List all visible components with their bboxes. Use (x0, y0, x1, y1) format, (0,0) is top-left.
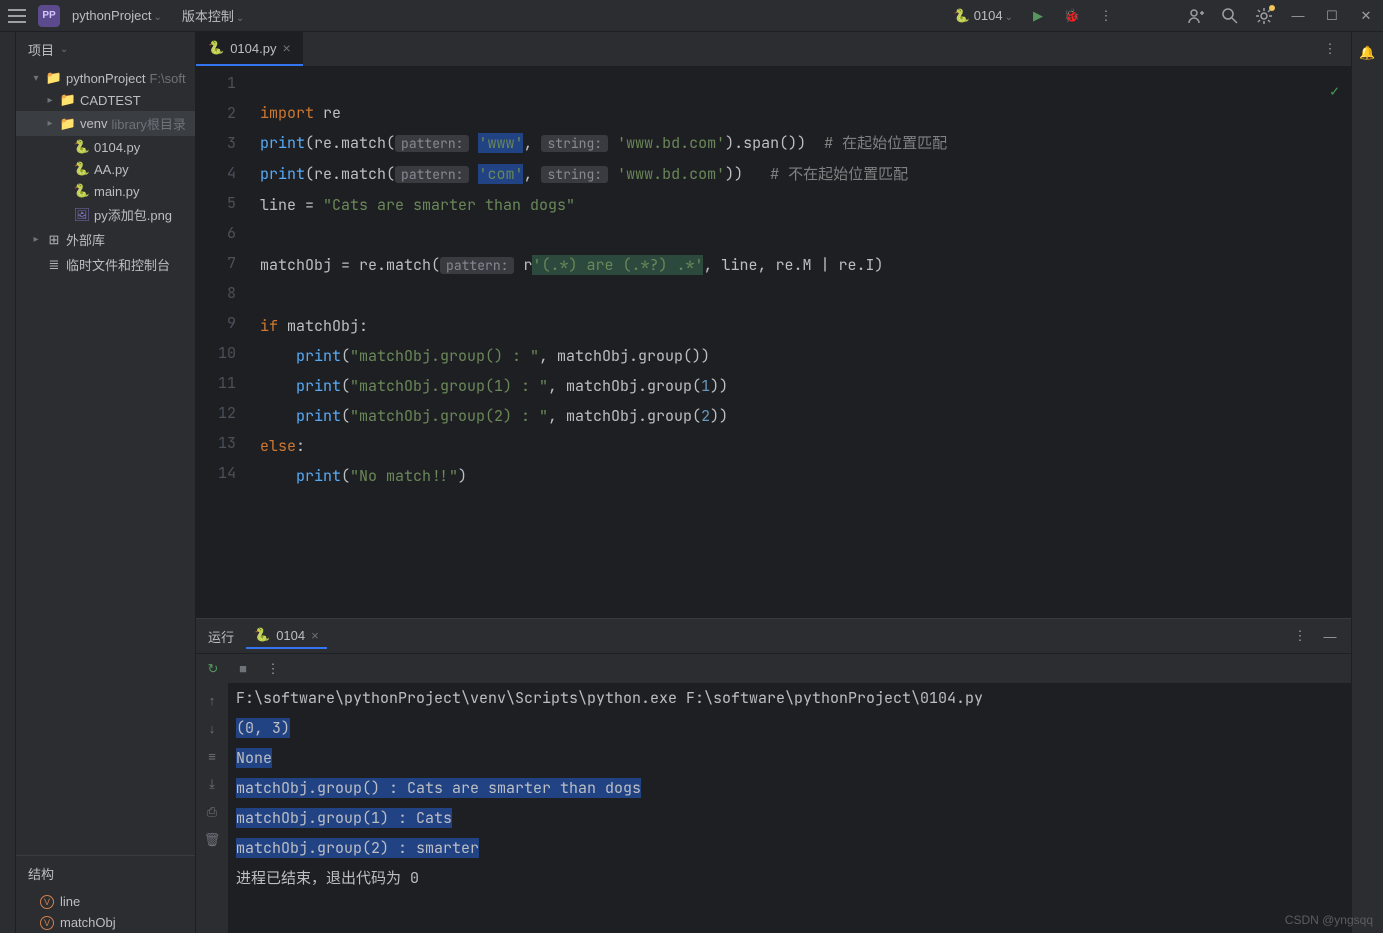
rerun-icon[interactable]: ↻ (204, 660, 222, 678)
line-gutter: 1234567891011121314 (196, 68, 252, 618)
structure-list: VlineVmatchObj (16, 891, 195, 933)
settings-icon[interactable] (1255, 7, 1273, 25)
console-exit: 进程已结束，退出代码为 0 (236, 863, 1351, 893)
code-editor[interactable]: 1234567891011121314 ✓import re print(re.… (196, 68, 1351, 618)
project-name[interactable]: pythonProject⌄ (72, 8, 162, 23)
console-output[interactable]: F:\software\pythonProject\venv\Scripts\p… (228, 683, 1351, 933)
tab-close-icon[interactable]: × (282, 40, 290, 56)
structure-item[interactable]: Vline (16, 891, 195, 912)
run-more-icon[interactable]: ⋮ (1291, 627, 1309, 645)
stop-icon[interactable]: ■ (234, 660, 252, 678)
minimize-icon[interactable]: — (1289, 7, 1307, 25)
console-line: (0, 3) (236, 718, 290, 738)
console-line: None (236, 748, 272, 768)
left-tool-rail[interactable] (0, 32, 16, 933)
run-panel: 运行 🐍 0104 × ⋮ — ↻ ■ ⋮ ↑ ↓ (196, 618, 1351, 933)
project-badge: PP (38, 5, 60, 27)
run-hide-icon[interactable]: — (1321, 627, 1339, 645)
print-icon[interactable]: ⎙ (203, 803, 221, 821)
python-file-icon: 🐍 (254, 627, 270, 643)
titlebar: PP pythonProject⌄ 版本控制⌄ 🐍 0104⌄ ▶ 🐞 ⋮ — … (0, 0, 1383, 32)
editor-tab[interactable]: 🐍 0104.py × (196, 32, 303, 66)
run-side-rail: ↑ ↓ ≡ ⤓ ⎙ 🗑 (196, 683, 228, 933)
tree-item[interactable]: ▸📁venvlibrary根目录 (16, 111, 195, 136)
maximize-icon[interactable]: ☐ (1323, 7, 1341, 25)
tab-more-icon[interactable]: ⋮ (1321, 40, 1339, 58)
python-file-icon: 🐍 (208, 40, 224, 56)
run-tab-close-icon[interactable]: × (311, 628, 319, 643)
tree-item[interactable]: 🐍main.py (16, 180, 195, 202)
tree-item[interactable]: ▸⊞外部库 (16, 227, 195, 252)
main-menu-icon[interactable] (8, 9, 26, 23)
close-icon[interactable]: ✕ (1357, 7, 1375, 25)
debug-icon[interactable]: 🐞 (1063, 7, 1081, 25)
run-tab-label: 0104 (276, 628, 305, 643)
wrap-icon[interactable]: ≡ (203, 747, 221, 765)
inspection-ok-icon[interactable]: ✓ (1330, 76, 1339, 106)
watermark: CSDN @yngsqq (1285, 913, 1373, 927)
tree-item[interactable]: ▸📁CADTEST (16, 89, 195, 111)
trash-icon[interactable]: 🗑 (203, 831, 221, 849)
structure-item[interactable]: VmatchObj (16, 912, 195, 933)
search-icon[interactable] (1221, 7, 1239, 25)
code-content[interactable]: ✓import re print(re.match(pattern: 'www'… (252, 68, 1351, 618)
tab-label: 0104.py (230, 41, 276, 56)
scroll-icon[interactable]: ⤓ (203, 775, 221, 793)
vcs-dropdown[interactable]: 版本控制⌄ (182, 6, 244, 25)
tree-item[interactable]: 🐍0104.py (16, 136, 195, 158)
add-user-icon[interactable] (1187, 7, 1205, 25)
run-panel-title: 运行 (208, 627, 234, 646)
run-tab[interactable]: 🐍 0104 × (246, 623, 327, 649)
tree-item[interactable]: 🐍AA.py (16, 158, 195, 180)
console-line: matchObj.group() : Cats are smarter than… (236, 778, 641, 798)
run-icon[interactable]: ▶ (1029, 7, 1047, 25)
notifications-icon[interactable]: 🔔 (1359, 44, 1377, 62)
editor-tabs: 🐍 0104.py × ⋮ (196, 32, 1351, 68)
more-icon[interactable]: ⋮ (1097, 7, 1115, 25)
tree-item[interactable]: ≣临时文件和控制台 (16, 252, 195, 277)
run-config-selector[interactable]: 🐍 0104⌄ (954, 8, 1013, 24)
project-tool-header[interactable]: 项目⌄ (16, 32, 195, 67)
console-cmd: F:\software\pythonProject\venv\Scripts\p… (236, 683, 1351, 713)
structure-header[interactable]: 结构 (16, 855, 195, 891)
project-sidebar: 项目⌄ ▾📁pythonProjectF:\soft▸📁CADTEST▸📁ven… (16, 32, 196, 933)
tree-item[interactable]: 🖼py添加包.png (16, 202, 195, 227)
project-tree[interactable]: ▾📁pythonProjectF:\soft▸📁CADTEST▸📁venvlib… (16, 67, 195, 855)
down-icon[interactable]: ↓ (203, 719, 221, 737)
up-icon[interactable]: ↑ (203, 691, 221, 709)
right-tool-rail[interactable]: 🔔 (1351, 32, 1383, 933)
tree-item[interactable]: ▾📁pythonProjectF:\soft (16, 67, 195, 89)
console-line: matchObj.group(1) : Cats (236, 808, 452, 828)
run-toolbar-more-icon[interactable]: ⋮ (264, 660, 282, 678)
console-line: matchObj.group(2) : smarter (236, 838, 479, 858)
